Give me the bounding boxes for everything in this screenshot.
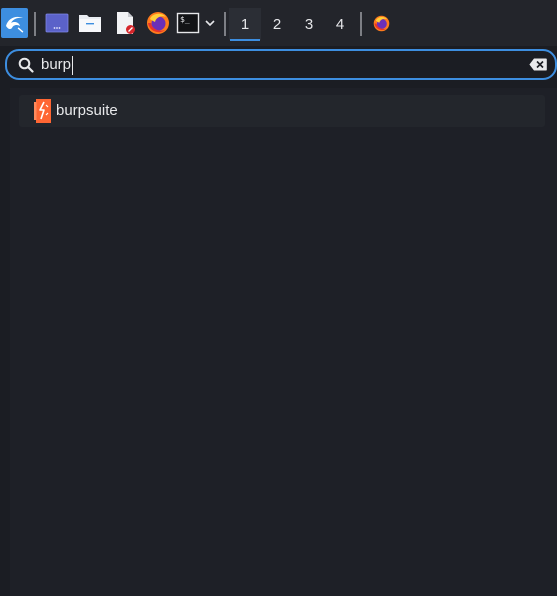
firefox-icon[interactable] xyxy=(146,11,170,35)
kali-dragon-icon xyxy=(5,16,23,33)
workspace-2-button[interactable]: 2 xyxy=(261,8,293,40)
show-desktop-icon[interactable] xyxy=(45,11,69,35)
application-menu-button[interactable] xyxy=(1,8,28,38)
result-label: burpsuite xyxy=(56,102,118,119)
panel-separator xyxy=(224,12,226,36)
file-manager-icon[interactable] xyxy=(78,11,102,35)
svg-text:$_: $_ xyxy=(180,15,190,24)
burpsuite-icon xyxy=(34,99,51,123)
result-item-burpsuite[interactable]: burpsuite xyxy=(19,95,545,127)
workspace-4-button[interactable]: 4 xyxy=(324,8,356,40)
workspace-1-button[interactable]: 1 xyxy=(229,8,261,41)
chevron-down-icon[interactable] xyxy=(203,11,217,35)
search-box[interactable]: burp xyxy=(5,49,557,80)
panel-separator xyxy=(34,12,36,36)
clear-text-icon[interactable] xyxy=(529,58,547,71)
top-panel: $_ 1 2 3 4 xyxy=(0,0,557,46)
terminal-icon[interactable]: $_ xyxy=(176,11,200,35)
workspace-3-button[interactable]: 3 xyxy=(293,8,325,40)
text-editor-icon[interactable] xyxy=(113,11,137,35)
search-icon xyxy=(18,57,34,73)
text-cursor xyxy=(72,56,73,75)
panel-separator xyxy=(360,12,362,36)
search-results-list: burpsuite xyxy=(10,88,557,596)
search-input[interactable]: burp xyxy=(41,56,71,74)
firefox-window-icon[interactable] xyxy=(373,15,390,32)
